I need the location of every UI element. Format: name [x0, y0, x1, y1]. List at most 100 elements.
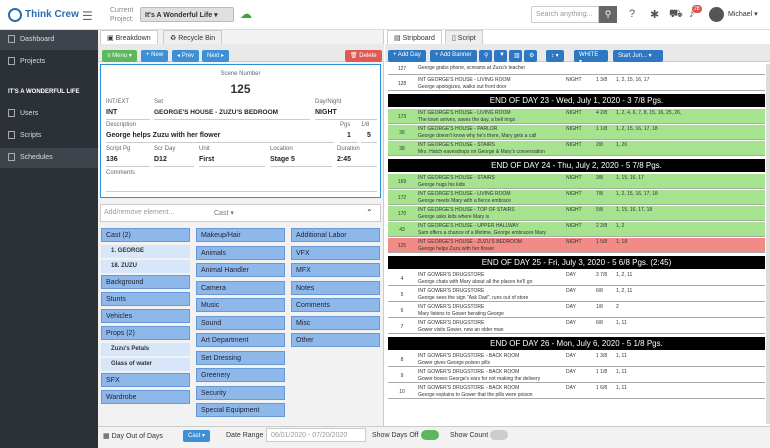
- avatar[interactable]: [709, 7, 724, 22]
- duration-input[interactable]: 2:45: [337, 156, 377, 167]
- filter-icon[interactable]: ▼: [494, 50, 507, 62]
- sidebar-item-schedules[interactable]: Schedules: [0, 148, 98, 168]
- table-row[interactable]: 173 INT GEORGE'S HOUSE - LIVING ROOM The t…: [388, 109, 765, 124]
- table-row[interactable]: 36 INT GEORGE'S HOUSE - PARLOR George does…: [388, 125, 765, 140]
- sort-button[interactable]: ↕ ▾: [546, 50, 564, 62]
- cloud-upload-icon[interactable]: ☁: [240, 7, 252, 21]
- gear-icon[interactable]: ⚙: [524, 50, 537, 62]
- element-category[interactable]: SFX: [101, 373, 190, 387]
- table-row[interactable]: 10 INT GOWER'S DRUGSTORE - BACK ROOM Georg…: [388, 384, 765, 399]
- show-count-toggle[interactable]: [490, 430, 508, 440]
- element-category[interactable]: Background: [101, 275, 190, 289]
- day-out-of-days-button[interactable]: ▦ Day Out of Days: [103, 432, 163, 440]
- app-logo[interactable]: Think Crew: [25, 9, 79, 20]
- table-row[interactable]: 169 INT GEORGE'S HOUSE - STAIRS George hug…: [388, 174, 765, 189]
- day-break-banner[interactable]: END OF DAY 25 - Fri, July 3, 2020 - 5 6/…: [388, 256, 765, 269]
- element-category[interactable]: Set Dressing: [196, 350, 285, 365]
- element-category[interactable]: Cast (2): [101, 228, 190, 242]
- sidebar-item-scripts[interactable]: Scripts: [0, 126, 98, 146]
- help-icon[interactable]: ?: [629, 8, 635, 20]
- project-select[interactable]: It's A Wonderful Life ▾: [140, 7, 234, 22]
- day-break-banner[interactable]: END OF DAY 24 - Thu, July 2, 2020 - 5 7/…: [388, 159, 765, 172]
- comments-input[interactable]: [106, 180, 377, 192]
- script-day-input[interactable]: D12: [154, 156, 194, 167]
- location-select[interactable]: Stage 5: [270, 156, 332, 167]
- element-category[interactable]: Music: [196, 298, 285, 312]
- element-category[interactable]: Vehicles: [101, 309, 190, 323]
- sidebar-item-users[interactable]: Users: [0, 104, 98, 124]
- element-item[interactable]: 1. GEORGE: [101, 245, 190, 258]
- element-item[interactable]: Zuzu's Petals: [101, 343, 190, 356]
- day-break-banner[interactable]: END OF DAY 23 - Wed, July 1, 2020 - 3 7/…: [388, 94, 765, 107]
- cast-filter-button[interactable]: Cast ▾: [183, 430, 211, 442]
- intext-select[interactable]: INT: [106, 109, 150, 120]
- columns-icon[interactable]: ▥: [509, 50, 522, 62]
- element-category[interactable]: Sound: [196, 315, 285, 330]
- sidebar-item-dashboard[interactable]: Dashboard: [0, 30, 98, 50]
- table-row[interactable]: 127 George grabs phone, screams at Zuzu's…: [388, 64, 765, 75]
- add-day-button[interactable]: + Add Day: [388, 50, 426, 62]
- element-category[interactable]: Props (2): [101, 326, 190, 340]
- element-category[interactable]: Art Department: [196, 333, 285, 347]
- add-banner-button[interactable]: + Add Banner: [430, 50, 477, 62]
- scene-number[interactable]: 125: [100, 82, 381, 96]
- element-category[interactable]: Comments: [291, 298, 380, 312]
- table-row[interactable]: 9 INT GOWER'S DRUGSTORE - BACK ROOM Gower …: [388, 368, 765, 383]
- tab-script[interactable]: ▯ Script: [445, 30, 483, 44]
- start-date-select[interactable]: Start Jun... ▾: [613, 50, 663, 62]
- sidebar-item-projects[interactable]: Projects: [0, 52, 98, 72]
- user-name[interactable]: Michael ▾: [728, 10, 758, 18]
- set-select[interactable]: GEORGE'S HOUSE - ZUZU'S BEDROOM: [154, 109, 310, 120]
- collapse-icon[interactable]: ⌃: [366, 208, 373, 217]
- element-category[interactable]: Animal Handler: [196, 263, 285, 277]
- element-category[interactable]: Other: [291, 333, 380, 347]
- daynight-select[interactable]: NIGHT: [315, 109, 377, 120]
- element-category[interactable]: Security: [196, 385, 285, 400]
- element-search-input[interactable]: Add/remove element...: [104, 209, 174, 216]
- tab-breakdown[interactable]: ▣ Breakdown: [100, 30, 158, 44]
- element-category[interactable]: Additional Labor: [291, 228, 380, 242]
- table-row[interactable]: 172 INT GEORGE'S HOUSE - LIVING ROOM Georg…: [388, 190, 765, 205]
- element-category[interactable]: Wardrobe: [101, 390, 190, 404]
- tab-recycle-bin[interactable]: ♻ Recycle Bin: [163, 30, 223, 44]
- scrollbar[interactable]: [766, 64, 770, 424]
- table-row[interactable]: 38 INT GEORGE'S HOUSE - STAIRS Mrs. Hatch …: [388, 141, 765, 156]
- element-category[interactable]: Greenery: [196, 368, 285, 382]
- show-days-off-toggle[interactable]: [421, 430, 439, 440]
- tab-stripboard[interactable]: ▤ Stripboard: [387, 30, 442, 44]
- element-category[interactable]: Animals: [196, 245, 285, 260]
- search-strips-icon[interactable]: ⚲: [479, 50, 492, 62]
- prev-button[interactable]: ◂ Prev: [172, 50, 200, 62]
- element-category[interactable]: Camera: [196, 280, 285, 295]
- menu-button[interactable]: ≡ Menu ▾: [102, 50, 137, 62]
- hamburger-icon[interactable]: ☰: [82, 9, 93, 23]
- description-input[interactable]: George helps Zuzu with her flower: [106, 132, 334, 143]
- element-item[interactable]: Glass of water: [101, 358, 190, 371]
- unit-select[interactable]: First: [199, 156, 265, 167]
- table-row[interactable]: 5 INT GOWER'S DRUGSTORE George sees the si…: [388, 287, 765, 302]
- bug-icon[interactable]: ✱: [650, 8, 659, 21]
- delete-button[interactable]: 🗑 Delete: [345, 50, 382, 62]
- new-button[interactable]: + New: [141, 50, 169, 62]
- table-row[interactable]: 128 INT GEORGE'S HOUSE - LIVING ROOM Georg…: [388, 76, 765, 91]
- element-category[interactable]: MFX: [291, 263, 380, 277]
- element-category[interactable]: VFX: [291, 245, 380, 260]
- pages-input[interactable]: 1: [340, 132, 358, 143]
- table-row[interactable]: 170 INT GEORGE'S HOUSE - TOP OF STAIRS Geo…: [388, 206, 765, 221]
- element-category[interactable]: Misc: [291, 315, 380, 330]
- table-row[interactable]: 6 INT GOWER'S DRUGSTORE Mary listens to Go…: [388, 303, 765, 318]
- search-input[interactable]: Search anything...: [531, 6, 599, 23]
- table-row[interactable]: 7 INT GOWER'S DRUGSTORE Gower visits Gower…: [388, 319, 765, 334]
- table-row[interactable]: 4 INT GOWER'S DRUGSTORE George chats with …: [388, 271, 765, 286]
- table-row[interactable]: 43 INT GEORGE'S HOUSE - UPPER HALLWAY Sam …: [388, 222, 765, 237]
- date-range-input[interactable]: 06/01/2020 - 07/20/2020: [266, 428, 366, 442]
- element-item[interactable]: 18. ZUZU: [101, 260, 190, 273]
- table-row[interactable]: 125 INT GEORGE'S HOUSE - ZUZU'S BEDROOM Ge…: [388, 238, 765, 253]
- element-category[interactable]: Special Equipment: [196, 403, 285, 417]
- cart-icon[interactable]: ⛟: [669, 8, 683, 22]
- table-row[interactable]: 8 INT GOWER'S DRUGSTORE - BACK ROOM Gower …: [388, 352, 765, 367]
- search-icon[interactable]: ⚲: [599, 6, 617, 23]
- element-category[interactable]: Notes: [291, 280, 380, 295]
- element-category[interactable]: Stunts: [101, 292, 190, 306]
- eighths-input[interactable]: 5: [361, 132, 377, 143]
